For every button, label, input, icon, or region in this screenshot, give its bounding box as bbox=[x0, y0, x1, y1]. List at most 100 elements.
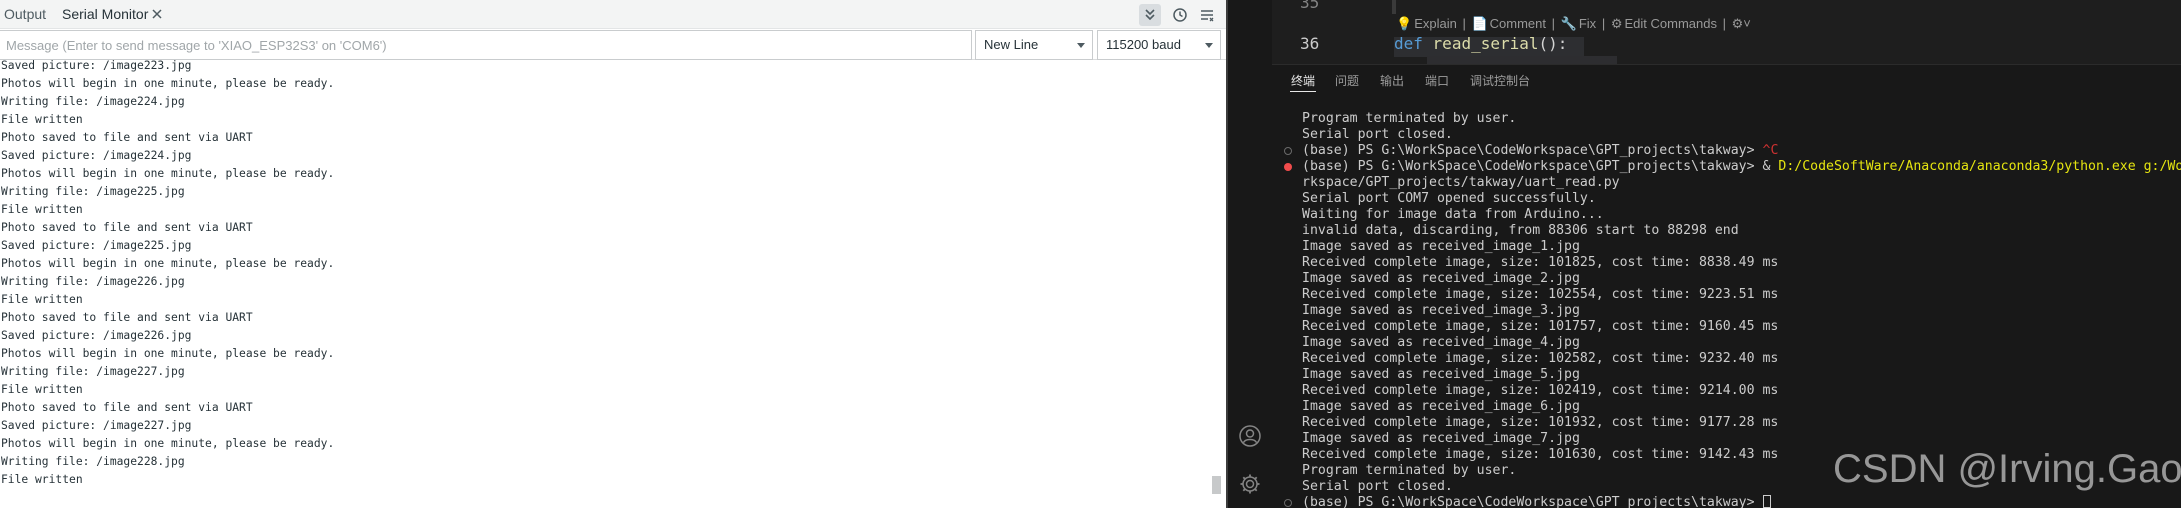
line-ending-select[interactable]: New Line bbox=[975, 30, 1093, 60]
terminal-line: Image saved as received_image_1.jpg bbox=[1302, 239, 1580, 255]
terminal-line-text: Image saved as received_image_7.jpg bbox=[1302, 431, 1580, 446]
lightbulb-icon: 💡 bbox=[1396, 16, 1413, 31]
command-decoration-icon[interactable] bbox=[1284, 147, 1292, 155]
terminal-line: Serial port COM7 opened successfully. bbox=[1302, 191, 1596, 207]
terminal-line-text: Serial port closed. bbox=[1302, 127, 1453, 142]
tab-terminal[interactable]: 终端 bbox=[1291, 72, 1315, 89]
serial-log-line: Writing file: /image227.jpg bbox=[1, 365, 185, 378]
terminal-line: Serial port closed. bbox=[1302, 127, 1453, 143]
terminal-line: Waiting for image data from Arduino... bbox=[1302, 207, 1604, 223]
terminal-line-text: (base) PS G:\WorkSpace\CodeWorkspace\GPT… bbox=[1302, 495, 1763, 508]
terminal-line-text: rkspace/GPT_projects/takway/uart_read.py bbox=[1302, 175, 1620, 190]
codelens-explain[interactable]: Explain bbox=[1414, 16, 1457, 31]
terminal-line: Received complete image, size: 102582, c… bbox=[1302, 351, 1778, 367]
terminal-line-text: Received complete image, size: 101757, c… bbox=[1302, 319, 1779, 334]
line-number: 36 bbox=[1300, 34, 1320, 53]
serial-input-row: New Line 115200 baud bbox=[0, 30, 1226, 60]
more-dropdown-icon[interactable]: ⚙˅ bbox=[1732, 16, 1751, 32]
terminal-line-text: Image saved as received_image_3.jpg bbox=[1302, 303, 1580, 318]
code-editor[interactable]: 35 💡 Explain | 📄 Comment | 🔧 Fix | ⚙ Edit Co… bbox=[1272, 0, 2181, 64]
autoscroll-toggle-button[interactable] bbox=[1139, 4, 1161, 26]
watermark-text: CSDN @Irving.Gao bbox=[1833, 447, 2181, 491]
terminal-line: Image saved as received_image_7.jpg bbox=[1302, 431, 1580, 447]
serial-log-line: Photos will begin in one minute, please … bbox=[1, 437, 335, 450]
serial-output-log[interactable]: Saved picture: /image223.jpg Photos will … bbox=[0, 60, 1210, 508]
terminal-line: Image saved as received_image_2.jpg bbox=[1302, 271, 1580, 287]
terminal-line-text: Program terminated by user. bbox=[1302, 111, 1517, 126]
terminal-line-text: Image saved as received_image_1.jpg bbox=[1302, 239, 1580, 254]
codelens-separator: | bbox=[1722, 16, 1726, 31]
terminal-line: invalid data, discarding, from 88306 sta… bbox=[1302, 223, 1739, 239]
clear-output-button[interactable] bbox=[1196, 4, 1218, 26]
codelens-separator: | bbox=[1462, 16, 1466, 31]
double-chevron-down-icon bbox=[1145, 9, 1155, 21]
serial-log-line: Writing file: /image228.jpg bbox=[1, 455, 185, 468]
serial-log-line: Writing file: /image225.jpg bbox=[1, 185, 185, 198]
keyword-def: def bbox=[1394, 34, 1423, 53]
terminal-line: Image saved as received_image_3.jpg bbox=[1302, 303, 1580, 319]
comment-doc-icon: 📄 bbox=[1471, 16, 1488, 31]
close-icon[interactable] bbox=[150, 7, 164, 21]
line-number: 35 bbox=[1300, 0, 1320, 12]
serial-log-line: Writing file: /image224.jpg bbox=[1, 95, 185, 108]
output-tab-bar: Output Serial Monitor bbox=[0, 0, 1226, 29]
terminal-line: (base) PS G:\WorkSpace\CodeWorkspace\GPT… bbox=[1302, 495, 1771, 508]
timestamp-toggle-button[interactable] bbox=[1169, 4, 1191, 26]
terminal-line: Serial port closed. bbox=[1302, 479, 1453, 495]
baud-rate-value: 115200 baud bbox=[1106, 37, 1181, 52]
terminal-line: Received complete image, size: 101825, c… bbox=[1302, 255, 1778, 271]
code-line[interactable]: def read_serial(): bbox=[1394, 34, 1567, 53]
terminal-line-text: Received complete image, size: 101825, c… bbox=[1302, 255, 1779, 270]
terminal-line: (base) PS G:\WorkSpace\CodeWorkspace\GPT… bbox=[1302, 143, 1778, 159]
terminal-line-text: Received complete image, size: 102582, c… bbox=[1302, 351, 1779, 366]
serial-log-line: Photos will begin in one minute, please … bbox=[1, 77, 335, 90]
tab-ports[interactable]: 端口 bbox=[1425, 72, 1449, 89]
terminal-line: Received complete image, size: 102419, c… bbox=[1302, 383, 1778, 399]
terminal-line-text: Program terminated by user. bbox=[1302, 463, 1517, 478]
scrollbar-thumb[interactable] bbox=[1212, 476, 1221, 494]
serial-log-line: Photo saved to file and sent via UART bbox=[1, 131, 253, 144]
function-name: read_serial bbox=[1432, 34, 1539, 53]
vscode-window: 35 💡 Explain | 📄 Comment | 🔧 Fix | ⚙ Edit Co… bbox=[1228, 0, 2181, 508]
terminal-line: Program terminated by user. bbox=[1302, 111, 1516, 127]
terminal-line-text: Waiting for image data from Arduino... bbox=[1302, 207, 1604, 222]
codelens-comment[interactable]: Comment bbox=[1490, 16, 1546, 31]
command-decoration-icon[interactable] bbox=[1284, 499, 1292, 507]
serial-log-line: File written bbox=[1, 203, 83, 216]
baud-rate-select[interactable]: 115200 baud bbox=[1097, 30, 1221, 60]
tab-debug-console[interactable]: 调试控制台 bbox=[1470, 72, 1530, 89]
chevron-down-icon bbox=[1205, 43, 1213, 48]
serial-log-line: Photos will begin in one minute, please … bbox=[1, 257, 335, 270]
command-error-decoration-icon[interactable] bbox=[1284, 163, 1292, 171]
tab-serial-monitor[interactable]: Serial Monitor bbox=[62, 0, 148, 29]
serial-log-line: File written bbox=[1, 293, 83, 306]
serial-log-line: Saved picture: /image224.jpg bbox=[1, 149, 192, 162]
codelens-fix[interactable]: Fix bbox=[1579, 16, 1596, 31]
serial-log-line: Saved picture: /image225.jpg bbox=[1, 239, 192, 252]
tab-problems[interactable]: 问题 bbox=[1335, 72, 1359, 89]
account-icon[interactable] bbox=[1238, 424, 1262, 448]
terminal-line-text: Received complete image, size: 102554, c… bbox=[1302, 287, 1779, 302]
terminal-line: Image saved as received_image_6.jpg bbox=[1302, 399, 1580, 415]
terminal-line-text: Image saved as received_image_2.jpg bbox=[1302, 271, 1580, 286]
tab-output[interactable]: Output bbox=[4, 0, 46, 29]
gear-icon: ⚙ bbox=[1610, 16, 1623, 31]
gear-icon[interactable] bbox=[1238, 472, 1262, 496]
serial-log-line: Photos will begin in one minute, please … bbox=[1, 167, 335, 180]
inline-suggestion bbox=[1427, 56, 1617, 64]
terminal-line: Image saved as received_image_5.jpg bbox=[1302, 367, 1580, 383]
chevron-down-icon bbox=[1077, 43, 1085, 48]
clear-list-icon bbox=[1201, 10, 1214, 22]
terminal-line-text: Received complete image, size: 101630, c… bbox=[1302, 447, 1779, 462]
terminal-line: rkspace/GPT_projects/takway/uart_read.py bbox=[1302, 175, 1620, 191]
codelens-bar: 💡 Explain | 📄 Comment | 🔧 Fix | ⚙ Edit Comma… bbox=[1396, 16, 1753, 32]
message-input[interactable] bbox=[0, 30, 972, 60]
terminal-line-text: Serial port COM7 opened successfully. bbox=[1302, 191, 1596, 206]
codelens-edit-commands[interactable]: Edit Commands bbox=[1624, 16, 1716, 31]
ctrl-c-marker: ^C bbox=[1762, 143, 1779, 158]
terminal-line: Received complete image, size: 101932, c… bbox=[1302, 415, 1778, 431]
wrench-icon: 🔧 bbox=[1560, 16, 1577, 31]
tab-output[interactable]: 输出 bbox=[1380, 72, 1404, 89]
serial-log-line: Writing file: /image226.jpg bbox=[1, 275, 185, 288]
indent-guide bbox=[1392, 0, 1396, 14]
